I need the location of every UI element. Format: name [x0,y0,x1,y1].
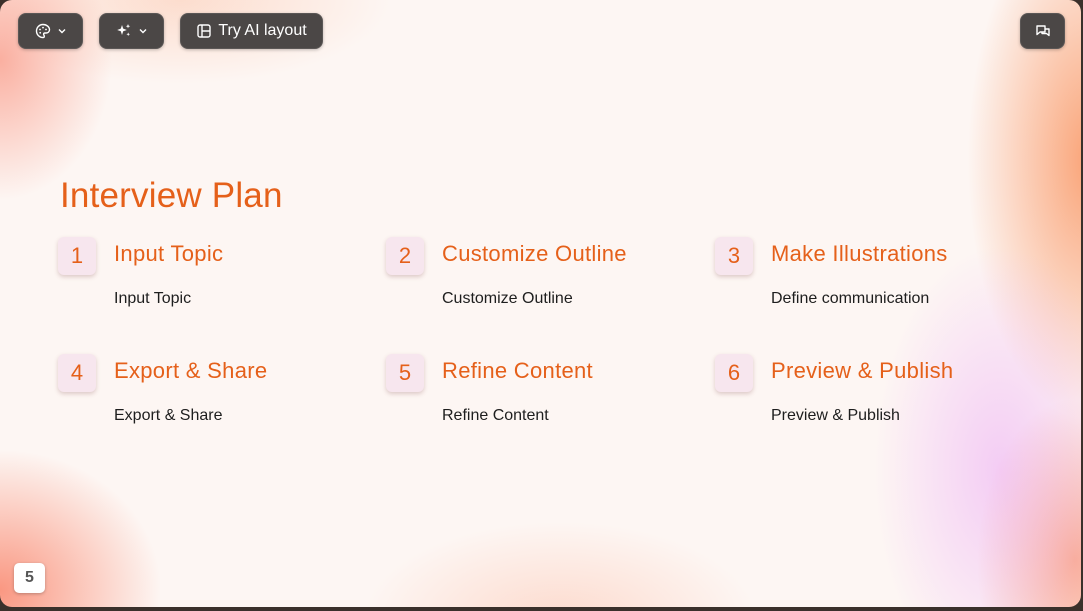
layout-icon [196,23,212,39]
try-ai-layout-button[interactable]: Try AI layout [180,13,323,49]
step-card[interactable]: 2 Customize Outline Customize Outline [386,237,686,317]
comments-icon [1035,23,1051,39]
step-card[interactable]: 3 Make Illustrations Define communicatio… [715,237,1015,317]
step-description: Export & Share [114,407,223,424]
ai-tools-button[interactable] [99,13,164,49]
step-description: Customize Outline [442,290,573,307]
step-card[interactable]: 5 Refine Content Refine Content [386,354,686,434]
step-description: Preview & Publish [771,407,900,424]
step-heading: Make Illustrations [771,241,948,266]
step-card[interactable]: 6 Preview & Publish Preview & Publish [715,354,1015,434]
theme-button[interactable] [18,13,83,49]
step-description: Input Topic [114,290,192,307]
step-number-badge: 3 [715,237,753,275]
step-heading: Export & Share [114,358,268,383]
step-card[interactable]: 1 Input Topic Input Topic [58,237,358,317]
step-heading: Input Topic [114,241,224,266]
step-number-badge: 2 [386,237,424,275]
step-number-badge: 1 [58,237,96,275]
step-number-badge: 4 [58,354,96,392]
chevron-down-icon [57,26,67,36]
page-number-badge: 5 [14,563,45,593]
slide-canvas: Try AI layout Interview Plan 1 Input Top… [0,0,1081,607]
step-heading: Refine Content [442,358,593,383]
sparkles-icon [116,23,132,39]
step-description: Refine Content [442,407,549,424]
try-ai-layout-label: Try AI layout [218,22,307,39]
step-description: Define communication [771,290,930,307]
palette-icon [35,23,51,39]
step-heading: Customize Outline [442,241,627,266]
step-card[interactable]: 4 Export & Share Export & Share [58,354,358,434]
comments-button[interactable] [1020,13,1065,49]
step-heading: Preview & Publish [771,358,954,383]
step-number-badge: 6 [715,354,753,392]
slide-title[interactable]: Interview Plan [60,176,283,216]
step-number-badge: 5 [386,354,424,392]
chevron-down-icon [138,26,148,36]
